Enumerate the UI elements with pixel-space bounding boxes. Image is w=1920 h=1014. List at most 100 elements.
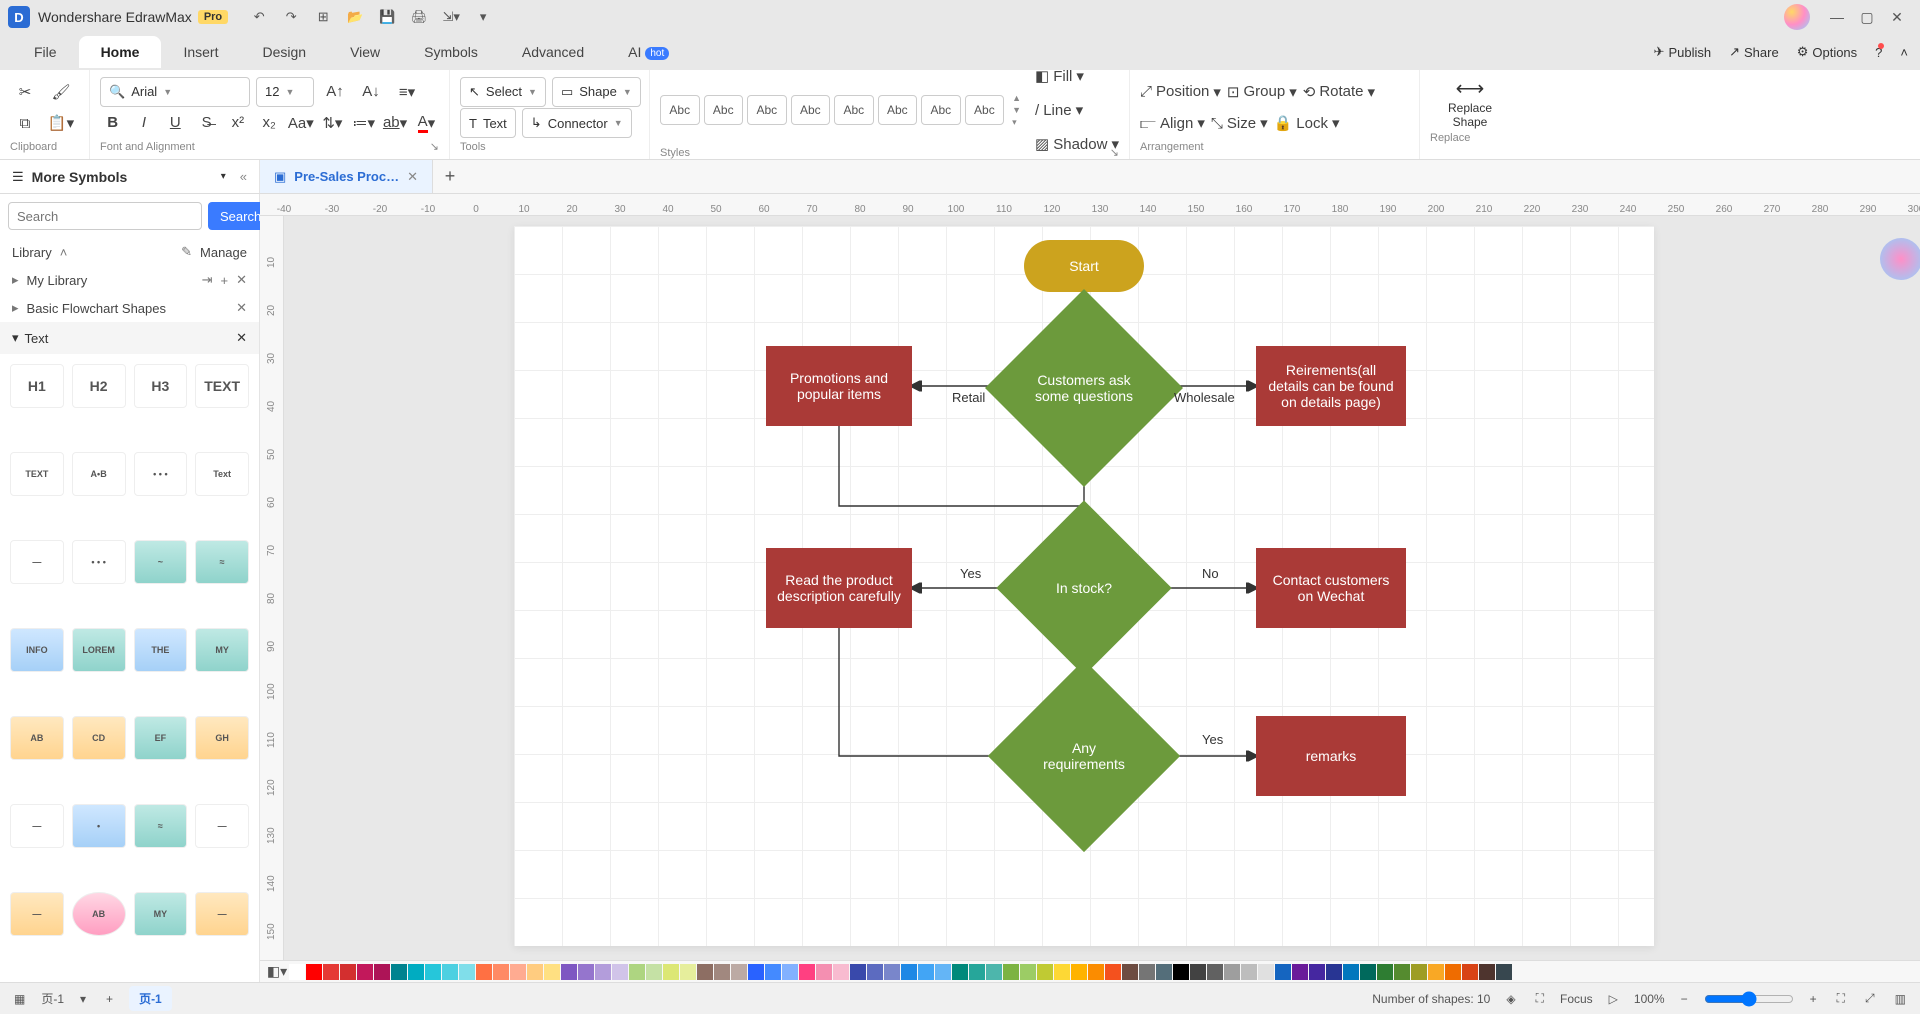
text-tool[interactable]: T Text bbox=[460, 108, 516, 138]
color-swatch[interactable] bbox=[1241, 964, 1257, 980]
mylib-add-icon[interactable]: + bbox=[221, 273, 229, 288]
color-swatch[interactable] bbox=[629, 964, 645, 980]
line-dropdown[interactable]: / Line ▾ bbox=[1035, 95, 1119, 125]
align-icon[interactable]: ≡▾ bbox=[392, 77, 422, 107]
color-swatch[interactable] bbox=[935, 964, 951, 980]
bullets-icon[interactable]: ≔▾ bbox=[351, 108, 376, 138]
close-tab-icon[interactable]: ✕ bbox=[407, 169, 418, 185]
color-swatch[interactable] bbox=[1326, 964, 1342, 980]
color-swatch[interactable] bbox=[595, 964, 611, 980]
shape-item[interactable]: CD bbox=[72, 716, 126, 760]
color-swatch[interactable] bbox=[289, 964, 305, 980]
color-swatch[interactable] bbox=[1292, 964, 1308, 980]
superscript-icon[interactable]: x² bbox=[225, 108, 250, 138]
basic-label[interactable]: Basic Flowchart Shapes bbox=[27, 301, 166, 316]
text-close-icon[interactable]: ✕ bbox=[236, 330, 247, 346]
color-swatch[interactable] bbox=[799, 964, 815, 980]
color-swatch[interactable] bbox=[1377, 964, 1393, 980]
shape-item[interactable]: A•B bbox=[72, 452, 126, 496]
color-swatch[interactable] bbox=[850, 964, 866, 980]
shape-item[interactable]: — bbox=[195, 892, 249, 936]
color-swatch[interactable] bbox=[1343, 964, 1359, 980]
node-q3[interactable]: Any requirements bbox=[1016, 688, 1152, 824]
strike-icon[interactable]: S̶ bbox=[194, 108, 219, 138]
undo-icon[interactable]: ↶ bbox=[250, 8, 268, 26]
size-dropdown[interactable]: ⤡ Size▾ bbox=[1211, 108, 1268, 138]
color-swatch[interactable] bbox=[476, 964, 492, 980]
fill-dropdown[interactable]: ◧ Fill ▾ bbox=[1035, 61, 1119, 91]
lock-dropdown[interactable]: 🔒 Lock▾ bbox=[1274, 108, 1340, 138]
page-tab[interactable]: 页-1 bbox=[129, 986, 172, 1011]
replace-shape-button[interactable]: ⟷ Replace Shape bbox=[1430, 76, 1510, 130]
shape-item[interactable]: AB bbox=[10, 716, 64, 760]
decrease-font-icon[interactable]: A↓ bbox=[356, 77, 386, 107]
color-swatch[interactable] bbox=[765, 964, 781, 980]
color-swatch[interactable] bbox=[646, 964, 662, 980]
shape-item[interactable]: ~ bbox=[134, 540, 188, 584]
add-page-icon[interactable]: + bbox=[102, 992, 117, 1006]
color-swatch[interactable] bbox=[918, 964, 934, 980]
page[interactable]: Start Customers ask some questions Promo… bbox=[514, 226, 1654, 946]
shape-item[interactable]: AB bbox=[72, 892, 126, 936]
options-link[interactable]: ⚙ Options bbox=[1797, 44, 1857, 60]
ai-fab-button[interactable] bbox=[1880, 238, 1920, 280]
title-caret-icon[interactable]: ▾ bbox=[221, 171, 226, 182]
open-icon[interactable]: 📂 bbox=[346, 8, 364, 26]
cut-icon[interactable]: ✂ bbox=[10, 77, 40, 107]
close-button[interactable]: ✕ bbox=[1882, 9, 1912, 26]
shape-item[interactable]: THE bbox=[134, 628, 188, 672]
zoom-slider[interactable] bbox=[1704, 991, 1794, 1007]
color-swatch[interactable] bbox=[986, 964, 1002, 980]
node-read-description[interactable]: Read the product description carefully bbox=[766, 548, 912, 628]
style-up-icon[interactable]: ▲ bbox=[1012, 93, 1021, 103]
color-swatch[interactable] bbox=[1088, 964, 1104, 980]
align-dropdown[interactable]: ⫍ Align▾ bbox=[1140, 108, 1205, 138]
color-swatch[interactable] bbox=[697, 964, 713, 980]
format-painter-icon[interactable]: 🖌 bbox=[46, 77, 76, 107]
save-icon[interactable]: 💾 bbox=[378, 8, 396, 26]
shape-item[interactable]: H3 bbox=[134, 364, 188, 408]
shape-item[interactable]: • • • bbox=[72, 540, 126, 584]
color-swatch[interactable] bbox=[714, 964, 730, 980]
position-dropdown[interactable]: ⤢ Position▾ bbox=[1140, 77, 1221, 107]
style-down-icon[interactable]: ▼ bbox=[1012, 105, 1021, 115]
color-swatch[interactable] bbox=[1411, 964, 1427, 980]
print-icon[interactable]: 🖨 bbox=[410, 8, 428, 26]
node-q1[interactable]: Customers ask some questions bbox=[1014, 318, 1154, 458]
add-tab-button[interactable]: + bbox=[433, 166, 467, 187]
publish-link[interactable]: ✈ Publish bbox=[1654, 44, 1712, 60]
color-swatch[interactable] bbox=[527, 964, 543, 980]
node-promotions[interactable]: Promotions and popular items bbox=[766, 346, 912, 426]
page-label[interactable]: 页-1 bbox=[41, 990, 64, 1007]
search-input[interactable] bbox=[8, 202, 202, 230]
style-preset-2[interactable]: Abc bbox=[704, 95, 744, 125]
style-preset-8[interactable]: Abc bbox=[965, 95, 1005, 125]
color-swatch[interactable] bbox=[680, 964, 696, 980]
mylib-label[interactable]: My Library bbox=[27, 273, 88, 288]
color-swatch[interactable] bbox=[408, 964, 424, 980]
style-preset-7[interactable]: Abc bbox=[921, 95, 961, 125]
shape-item[interactable]: — bbox=[10, 892, 64, 936]
color-swatch[interactable] bbox=[323, 964, 339, 980]
help-icon[interactable]: ? bbox=[1875, 45, 1882, 60]
paste-icon[interactable]: 📋▾ bbox=[46, 108, 76, 138]
italic-icon[interactable]: I bbox=[131, 108, 156, 138]
node-contact-wechat[interactable]: Contact customers on Wechat bbox=[1256, 548, 1406, 628]
color-swatch[interactable] bbox=[1479, 964, 1495, 980]
redo-icon[interactable]: ↷ bbox=[282, 8, 300, 26]
node-requirements-details[interactable]: Reirements(all details can be found on d… bbox=[1256, 346, 1406, 426]
shape-item[interactable]: — bbox=[10, 804, 64, 848]
basic-caret-icon[interactable]: ▸ bbox=[12, 300, 19, 316]
focus-label[interactable]: Focus bbox=[1560, 992, 1593, 1006]
color-swatch[interactable] bbox=[1156, 964, 1172, 980]
color-swatch[interactable] bbox=[1496, 964, 1512, 980]
collapse-ribbon-icon[interactable]: ˄ bbox=[1900, 45, 1908, 60]
color-swatch[interactable] bbox=[544, 964, 560, 980]
pages-icon[interactable]: ▦ bbox=[10, 992, 29, 1006]
color-swatch[interactable] bbox=[1071, 964, 1087, 980]
hamburger-icon[interactable]: ☰ bbox=[12, 169, 24, 185]
fit-page-icon[interactable]: ⛶ bbox=[1833, 991, 1849, 1006]
color-swatch[interactable] bbox=[901, 964, 917, 980]
color-swatch[interactable] bbox=[833, 964, 849, 980]
menu-ai[interactable]: AIhot bbox=[606, 36, 691, 68]
